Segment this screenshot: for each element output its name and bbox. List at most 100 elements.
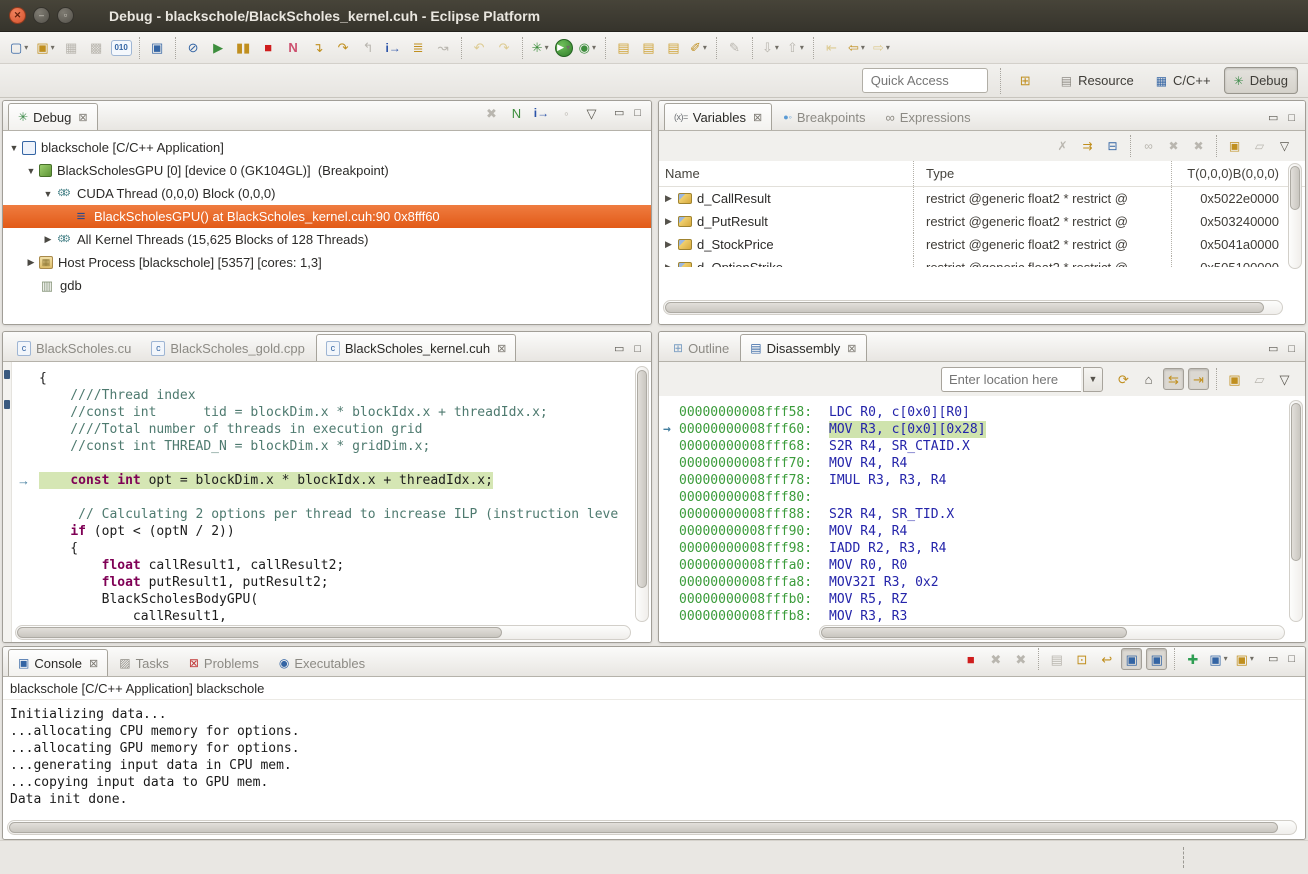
minimize-view-icon[interactable]: ▭ <box>1268 654 1278 665</box>
tab-disassembly[interactable]: Disassembly⊠ <box>740 334 866 361</box>
quick-access-input[interactable] <box>862 68 988 93</box>
remote-console-button[interactable]: ▣ <box>147 37 168 59</box>
close-icon[interactable]: ⊠ <box>78 111 87 124</box>
tab-blackscholes-kernel-cuh[interactable]: BlackScholes_kernel.cuh⊠ <box>316 334 516 361</box>
maximize-view-icon[interactable]: □ <box>1288 113 1295 124</box>
use-step-filters-button[interactable]: ↝ <box>433 37 454 59</box>
watch-expression-button[interactable]: ∞ <box>1138 135 1159 157</box>
scrollbar-thumb[interactable] <box>1290 166 1300 210</box>
pin-debug-context-button[interactable]: ◦ <box>556 102 577 124</box>
debug-tree-item[interactable]: gdb <box>3 274 651 297</box>
scrollbar-thumb[interactable] <box>637 370 647 588</box>
vertical-scrollbar[interactable] <box>1289 400 1303 622</box>
tab-expressions[interactable]: Expressions <box>877 104 980 130</box>
chevron-down-icon[interactable]: ▾ <box>775 44 779 52</box>
next-annotation-button[interactable]: ⇩▾ <box>760 37 781 59</box>
debug-tree-item[interactable]: ▶All Kernel Threads (15,625 Blocks of 12… <box>3 228 651 251</box>
column-header-t-0-0-0-b-0-0-0[interactable]: T(0,0,0)B(0,0,0) <box>1172 166 1305 181</box>
new-rendering-button[interactable]: ▣ <box>1224 135 1245 157</box>
debug-button[interactable]: ✳▾ <box>530 37 551 59</box>
forward-button[interactable]: ⇨▾ <box>871 37 892 59</box>
home-button[interactable]: ⌂ <box>1138 368 1159 390</box>
chevron-down-icon[interactable]: ▾ <box>24 44 28 52</box>
chevron-down-icon[interactable]: ▾ <box>592 44 596 52</box>
last-edit-location-button[interactable]: ⇤ <box>821 37 842 59</box>
minimize-view-icon[interactable]: ▭ <box>1268 113 1278 124</box>
console-output[interactable]: Initializing data......allocating CPU me… <box>3 700 1305 839</box>
horizontal-scrollbar[interactable] <box>7 820 1297 835</box>
step-into-button[interactable]: ↴ <box>308 37 329 59</box>
view-menu-button[interactable]: ▽ <box>581 102 602 124</box>
expand-icon[interactable]: ▶ <box>665 216 677 227</box>
close-icon[interactable]: ⊠ <box>497 342 506 355</box>
terminate-button[interactable]: ■ <box>258 37 279 59</box>
tab-blackscholes-cu[interactable]: BlackScholes.cu <box>8 335 140 361</box>
disconnect-button[interactable]: N <box>283 37 304 59</box>
chevron-down-icon[interactable]: ▾ <box>1224 655 1228 663</box>
tab-breakpoints[interactable]: Breakpoints <box>774 104 874 130</box>
collapse-all-button[interactable]: ⊟ <box>1102 135 1123 157</box>
show-console-on-output-button[interactable]: ▣ <box>1121 648 1142 670</box>
chevron-down-icon[interactable]: ▾ <box>886 44 890 52</box>
toggle-highlight-button[interactable]: ✎ <box>724 37 745 59</box>
debug-tree-item[interactable]: ▼blackschole [C/C++ Application] <box>3 136 651 159</box>
minimize-view-icon[interactable]: ▭ <box>1268 344 1278 355</box>
tab-console[interactable]: Console⊠ <box>8 649 108 676</box>
chevron-down-icon[interactable]: ▾ <box>545 44 549 52</box>
scrollbar-thumb[interactable] <box>821 627 1127 638</box>
collapse-icon[interactable]: ▼ <box>24 166 38 176</box>
expand-icon[interactable]: ▶ <box>24 257 38 268</box>
display-selected-console-button[interactable]: ▣▾ <box>1207 648 1229 670</box>
remove-launch-button[interactable]: ✖ <box>985 648 1006 670</box>
chevron-down-icon[interactable]: ▾ <box>1250 655 1254 663</box>
chevron-down-icon[interactable]: ▾ <box>703 44 707 52</box>
chevron-down-icon[interactable]: ▾ <box>51 44 55 52</box>
track-expression-button[interactable]: ⇥ <box>1188 368 1209 390</box>
remove-all-button[interactable]: ✖ <box>1188 135 1209 157</box>
chevron-down-icon[interactable]: ▾ <box>861 44 865 52</box>
show-logical-structure-button[interactable]: ⇉ <box>1077 135 1098 157</box>
refresh-view-button[interactable]: ⟳ <box>1113 368 1134 390</box>
previous-annotation-button[interactable]: ⇧▾ <box>785 37 806 59</box>
new-view-button[interactable]: ▣ <box>1224 368 1245 390</box>
debug-tree-item[interactable]: ▶Host Process [blackschole] [5357] [core… <box>3 251 651 274</box>
step-return-button[interactable]: ↰ <box>358 37 379 59</box>
scrollbar-thumb[interactable] <box>9 822 1278 833</box>
new-wizard-button[interactable]: ▢▾ <box>8 37 30 59</box>
column-header-type[interactable]: Type <box>914 161 1172 186</box>
terminate-console-button[interactable]: ■ <box>960 648 981 670</box>
expand-icon[interactable]: ▶ <box>665 262 677 267</box>
word-wrap-button[interactable]: ↩ <box>1096 648 1117 670</box>
tab-executables[interactable]: Executables <box>270 650 374 676</box>
run-button[interactable]: ▶▾ <box>555 39 573 57</box>
save-all-button[interactable]: ▩ <box>86 37 107 59</box>
maximize-view-icon[interactable]: □ <box>634 108 641 119</box>
view-menu-button[interactable]: ▽ <box>1274 368 1295 390</box>
resume-button[interactable]: ▶ <box>208 37 229 59</box>
table-row[interactable]: ▶d_StockPricerestrict @generic float2 * … <box>659 233 1305 256</box>
new-cpp-project-button[interactable]: ▣▾ <box>34 37 56 59</box>
step-over-button[interactable]: ↷ <box>333 37 354 59</box>
open-view-button[interactable]: ▱ <box>1249 368 1270 390</box>
show-console-on-error-button[interactable]: ▣ <box>1146 648 1167 670</box>
chevron-down-icon[interactable]: ▾ <box>800 44 804 52</box>
tab-problems[interactable]: Problems <box>180 650 268 676</box>
perspective-c-c[interactable]: C/C++ <box>1147 67 1220 94</box>
perspective-resource[interactable]: Resource <box>1052 67 1143 94</box>
tab-debug[interactable]: Debug⊠ <box>8 103 98 130</box>
close-icon[interactable]: ⊠ <box>847 342 856 355</box>
vertical-scrollbar[interactable] <box>635 366 649 622</box>
perspective-debug[interactable]: Debug <box>1224 67 1298 94</box>
tab-variables[interactable]: Variables⊠ <box>664 103 772 130</box>
horizontal-scrollbar[interactable] <box>663 300 1283 315</box>
minimize-view-icon[interactable]: ▭ <box>614 108 624 119</box>
activate-task-button[interactable]: ▤ <box>638 37 659 59</box>
tab-tasks[interactable]: Tasks <box>110 650 178 676</box>
maximize-view-icon[interactable]: □ <box>1288 654 1295 665</box>
window-minimize-button[interactable]: – <box>33 7 50 24</box>
horizontal-scrollbar[interactable] <box>819 625 1285 640</box>
tab-blackscholes-gold-cpp[interactable]: BlackScholes_gold.cpp <box>142 335 313 361</box>
expand-icon[interactable]: ▶ <box>665 193 677 204</box>
pin-console-button[interactable]: ✚ <box>1182 648 1203 670</box>
open-console-button[interactable]: ▣▾ <box>1234 648 1256 670</box>
